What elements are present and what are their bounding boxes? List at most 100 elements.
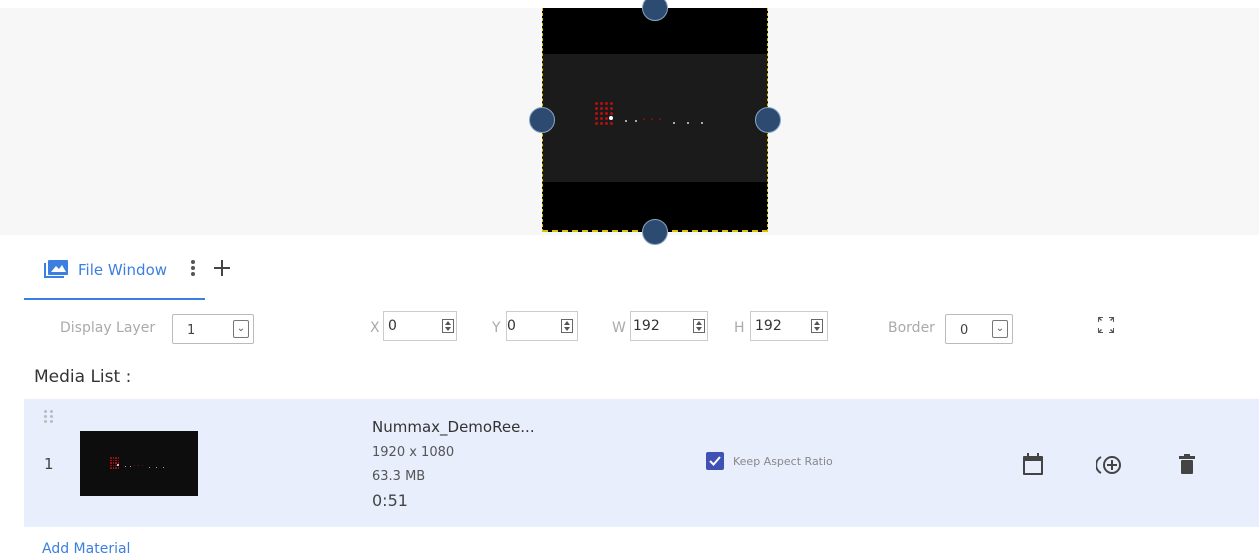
led-dot — [110, 462, 112, 464]
border-value: 0 — [960, 323, 969, 338]
led-dot — [595, 122, 598, 125]
led-dot — [600, 122, 603, 125]
chevron-down-icon: ⌄ — [233, 320, 249, 338]
w-value: 192 — [633, 318, 660, 334]
led-dot — [110, 459, 112, 461]
led-dot — [125, 466, 126, 467]
led-dot — [609, 116, 613, 120]
led-dot — [117, 457, 119, 459]
led-dot — [112, 457, 114, 459]
media-file-name: Nummax_DemoRee... — [372, 418, 535, 436]
led-dot — [605, 107, 608, 110]
fullscreen-icon[interactable] — [1098, 317, 1114, 337]
w-stepper-icon[interactable] — [693, 319, 705, 333]
led-dot — [610, 122, 613, 125]
led-dot — [149, 467, 150, 468]
add-material-link[interactable]: Add Material — [42, 541, 130, 557]
media-list-item[interactable]: 1 Nummax_DemoRee... 1920 x 1080 63.3 MB … — [24, 399, 1259, 527]
keep-aspect-ratio-label: Keep Aspect Ratio — [733, 455, 833, 468]
led-dot — [595, 117, 598, 120]
led-dot — [610, 102, 613, 105]
media-file-size: 63.3 MB — [372, 469, 426, 484]
led-dot — [659, 118, 661, 120]
led-dot — [600, 107, 603, 110]
keep-aspect-ratio-checkbox[interactable] — [706, 452, 724, 470]
led-dot — [605, 122, 608, 125]
resize-handle-bottom[interactable] — [642, 219, 668, 245]
border-label: Border — [888, 320, 935, 336]
h-stepper-icon[interactable] — [811, 319, 823, 333]
led-dot — [163, 467, 164, 468]
w-label: W — [612, 320, 626, 336]
canvas-area — [0, 0, 1259, 245]
add-circle-icon[interactable] — [1095, 455, 1122, 479]
led-dot — [110, 464, 112, 466]
y-stepper-icon[interactable] — [561, 319, 573, 333]
led-dot — [635, 120, 637, 122]
led-dot — [117, 464, 119, 466]
media-thumbnail — [80, 431, 198, 496]
led-dot — [610, 107, 613, 110]
media-list-title: Media List : — [34, 367, 132, 387]
x-input[interactable]: 0 — [383, 311, 457, 341]
window-preview[interactable] — [542, 8, 768, 232]
x-stepper-icon[interactable] — [442, 319, 454, 333]
led-dot — [115, 467, 117, 469]
more-vert-icon[interactable] — [190, 259, 196, 281]
led-dot — [115, 459, 117, 461]
led-dot — [112, 459, 114, 461]
led-dot — [138, 465, 139, 466]
led-dot — [142, 465, 143, 466]
led-dot — [115, 462, 117, 464]
led-dot — [117, 467, 119, 469]
y-label: Y — [492, 320, 501, 336]
led-dot — [701, 122, 703, 124]
led-dot — [605, 117, 608, 120]
led-dot — [687, 122, 689, 124]
led-dot — [110, 467, 112, 469]
border-select[interactable]: 0 ⌄ — [945, 314, 1013, 344]
y-value: 0 — [507, 318, 516, 334]
x-value: 0 — [388, 318, 397, 334]
resize-handle-right[interactable] — [755, 107, 781, 133]
h-label: H — [734, 320, 745, 336]
resize-handle-left[interactable] — [529, 107, 555, 133]
led-dot — [115, 457, 117, 459]
led-dot — [595, 107, 598, 110]
led-dot — [600, 102, 603, 105]
delete-icon[interactable] — [1179, 454, 1195, 478]
led-dot — [651, 118, 653, 120]
led-dot — [117, 459, 119, 461]
calendar-icon[interactable] — [1023, 453, 1043, 479]
led-dot — [112, 464, 114, 466]
display-layer-select[interactable]: 1 ⌄ — [172, 314, 254, 344]
h-input[interactable]: 192 — [750, 311, 828, 341]
led-dot — [600, 117, 603, 120]
media-index: 1 — [44, 455, 54, 473]
w-input[interactable]: 192 — [630, 311, 708, 341]
image-gallery-icon — [44, 260, 68, 282]
display-layer-label: Display Layer — [60, 320, 156, 336]
led-dot — [605, 112, 608, 115]
preview-content — [543, 54, 767, 182]
led-dot — [112, 467, 114, 469]
y-input[interactable]: 0 — [506, 311, 578, 341]
drag-handle-icon[interactable] — [44, 410, 56, 426]
plus-icon[interactable] — [214, 256, 230, 280]
media-duration: 0:51 — [372, 491, 408, 510]
h-value: 192 — [755, 318, 782, 334]
x-label: X — [370, 320, 380, 336]
chevron-down-icon: ⌄ — [992, 320, 1008, 338]
display-layer-value: 1 — [187, 323, 196, 338]
led-dot — [605, 102, 608, 105]
led-dot — [643, 118, 645, 120]
led-dot — [673, 122, 675, 124]
led-dot — [110, 457, 112, 459]
led-dot — [112, 462, 114, 464]
tab-file-window[interactable]: File Window — [36, 245, 194, 300]
led-dot — [610, 112, 613, 115]
led-dot — [134, 465, 135, 466]
led-dot — [600, 112, 603, 115]
tab-active-indicator — [24, 298, 205, 300]
led-dot — [130, 466, 131, 467]
